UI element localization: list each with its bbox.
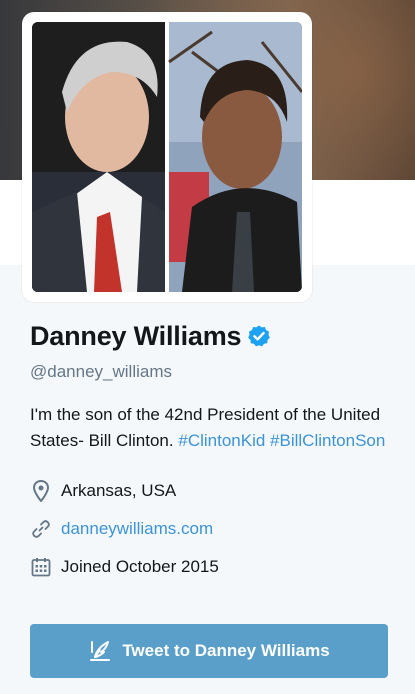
verified-badge-icon	[247, 324, 271, 348]
avatar[interactable]	[32, 22, 302, 292]
avatar-photo	[32, 22, 302, 292]
tweet-to-label: Tweet to Danney Williams	[122, 641, 330, 660]
hashtag-link[interactable]: #ClintonKid	[178, 431, 265, 450]
profile-meta: Arkansas, USA danneywilliams.com Joined …	[30, 472, 390, 586]
location-row: Arkansas, USA	[30, 472, 390, 510]
calendar-icon	[30, 556, 52, 578]
website-row: danneywilliams.com	[30, 510, 390, 548]
avatar-frame[interactable]	[22, 12, 312, 302]
joined-text: Joined October 2015	[61, 557, 219, 576]
compose-feather-icon	[88, 639, 112, 663]
profile-name[interactable]: Danney Williams	[30, 321, 242, 352]
profile-card: Danney Williams @danney_williams I'm the…	[30, 318, 390, 586]
location-pin-icon	[30, 480, 52, 502]
location-text: Arkansas, USA	[61, 481, 177, 500]
tweet-to-button[interactable]: Tweet to Danney Williams	[30, 624, 388, 678]
link-icon	[30, 518, 52, 540]
profile-bio: I'm the son of the 42nd President of the…	[30, 402, 390, 454]
hashtag-link[interactable]: #BillClintonSon	[270, 431, 385, 450]
joined-row: Joined October 2015	[30, 548, 390, 586]
profile-handle[interactable]: @danney_williams	[30, 362, 390, 382]
website-link[interactable]: danneywilliams.com	[61, 519, 213, 539]
name-row: Danney Williams	[30, 318, 390, 354]
